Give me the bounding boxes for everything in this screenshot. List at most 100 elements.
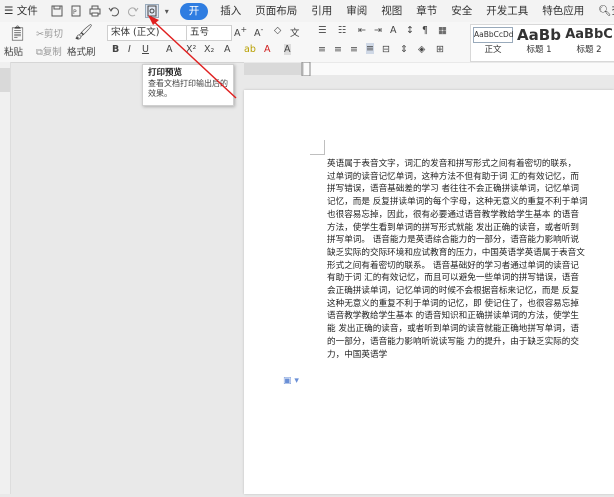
undo-icon[interactable] xyxy=(108,5,120,17)
document-line: 缺乏实际的交际环境和应试教育的压力，中国英语学英语属于表音文 xyxy=(327,247,585,258)
style-heading-2-preview: AaBbC xyxy=(565,27,613,42)
char-shading-icon[interactable]: A xyxy=(284,44,291,55)
text-effect-icon[interactable]: A xyxy=(224,44,231,55)
line-spacing-icon[interactable]: ⇕ xyxy=(400,44,408,55)
align-center-icon[interactable]: ≡ xyxy=(334,44,342,55)
document-body[interactable]: 英语属于表音文字，词汇的发音和拼写形式之间有着密切的联系， 过单词的读音记忆单词，… xyxy=(327,158,614,361)
document-line: 语音教学教给学生基本 的语音知识和正确拼读单词的方法，使学生 xyxy=(327,311,579,322)
search-button[interactable]: 🔍︎查找 xyxy=(591,0,614,22)
style-heading-1-preview: AaBb xyxy=(517,26,561,44)
redo-icon[interactable] xyxy=(127,5,139,17)
font-shrink-icon[interactable]: A- xyxy=(254,25,263,39)
underline-icon[interactable]: U xyxy=(142,44,149,55)
indent-icon[interactable]: ⇥ xyxy=(374,25,382,36)
document-page[interactable]: 英语属于表音文字，词汇的发音和拼写形式之间有着密切的联系， 过单词的读音记忆单词，… xyxy=(244,90,614,494)
chevron-down-icon[interactable]: ▾ xyxy=(165,7,169,16)
distribute-icon[interactable]: ⊟ xyxy=(382,44,390,55)
vertical-ruler xyxy=(0,62,11,494)
tab-security[interactable]: 安全 xyxy=(444,0,479,22)
highlight-icon[interactable]: ab xyxy=(244,44,256,55)
sort-icon[interactable]: ↕ xyxy=(406,25,414,36)
document-line: 拼写错误，语音基础差的学习 者往往不会正确拼读单词，记忆单词 xyxy=(327,184,579,195)
tab-section[interactable]: 章节 xyxy=(409,0,444,22)
document-line: 能 发出正确的读音，或者听到单词的读音就能正确地拼写单词，语 xyxy=(327,324,579,335)
style-heading-2-name: 标题 2 xyxy=(576,45,602,55)
tab-references[interactable]: 引用 xyxy=(304,0,339,22)
tooltip-desc-line1: 查看文档打印输出后的 xyxy=(148,79,228,88)
quick-access-toolbar: P ▾ xyxy=(45,4,175,18)
superscript-icon[interactable]: X² xyxy=(186,44,196,55)
chinese-layout-icon[interactable]: A xyxy=(390,25,397,36)
paragraph-handle-icon[interactable]: ▣ ▾ xyxy=(283,376,299,386)
copy-button[interactable]: ⧉复制 xyxy=(36,44,62,58)
font-size-select[interactable]: 五号 xyxy=(186,25,232,41)
table-icon[interactable]: ▦ xyxy=(438,25,447,36)
menu-bar: ☰ 文件 P ▾ 开始 插入 页面布局 引用 审阅 视图 章节 安全 开发工具 … xyxy=(0,0,614,34)
bold-icon[interactable]: B xyxy=(112,44,119,55)
strikethrough-icon[interactable]: A xyxy=(166,44,173,55)
style-normal[interactable]: AaBbCcDd 正文 xyxy=(473,27,514,55)
tab-start[interactable]: 开始 xyxy=(179,2,209,34)
font-color-icon[interactable]: A xyxy=(264,44,271,55)
tab-developer[interactable]: 开发工具 xyxy=(479,0,535,22)
horizontal-ruler xyxy=(244,61,614,77)
tab-view[interactable]: 视图 xyxy=(374,0,409,22)
italic-icon[interactable]: I xyxy=(128,44,131,55)
search-icon: 🔍︎ xyxy=(598,5,612,17)
document-line: 拼写单词。 语音能力是英语综合能力的一部分，语音能力影响听说 xyxy=(327,235,579,246)
style-heading-1[interactable]: AaBb 标题 1 xyxy=(515,27,563,55)
phonetic-guide-icon[interactable]: 文 xyxy=(290,25,300,39)
tooltip-desc-line2: 效果。 xyxy=(148,89,172,98)
format-painter-button[interactable]: 格式刷 xyxy=(67,44,96,58)
document-line: 力，中国英语学 xyxy=(327,349,388,360)
copy-icon: ⧉ xyxy=(36,47,43,58)
paste-icon[interactable]: 📋︎ xyxy=(8,24,27,42)
show-marks-icon[interactable]: ¶ xyxy=(422,25,428,36)
cut-button[interactable]: ✂剪切 xyxy=(36,26,63,40)
document-line: 英语属于表音文字，词汇的发音和拼写形式之间有着密切的联系， xyxy=(327,159,577,169)
vertical-ruler-ticks xyxy=(0,68,10,92)
tooltip-title: 打印预览 xyxy=(148,68,183,78)
clear-format-icon[interactable]: ◇ xyxy=(274,25,281,36)
document-line: 的一部分，语音能力影响听说读写能 力的提升，由于缺乏实际的交 xyxy=(327,336,579,347)
print-preview-icon[interactable] xyxy=(144,4,159,18)
justify-icon[interactable]: ≡ xyxy=(366,43,374,54)
align-left-icon[interactable]: ≡ xyxy=(318,44,326,55)
print-icon[interactable] xyxy=(89,5,101,17)
style-normal-preview: AaBbCcDd xyxy=(473,27,514,43)
tab-page-layout[interactable]: 页面布局 xyxy=(248,0,304,22)
export-pdf-icon[interactable]: P xyxy=(70,5,82,17)
align-right-icon[interactable]: ≡ xyxy=(350,44,358,55)
document-line: 这种无意义的重复不利于单词的记忆，即 使记住了，也很容易忘掉 xyxy=(327,298,579,309)
document-line: 方法，使学生看到单词的拼写形式就能 发出正确的读音，或者听到 xyxy=(327,222,579,233)
shading-icon[interactable]: ◈ xyxy=(418,44,425,55)
document-line: 形式之间有着密切的联系。 语音基础好的学习者通过单词的读音记 xyxy=(327,260,579,271)
font-grow-icon[interactable]: A+ xyxy=(234,25,247,39)
border-icon[interactable]: ⊞ xyxy=(436,44,444,55)
numbering-icon[interactable]: ☷ xyxy=(338,25,347,36)
document-line: 会正确拼读单词，记忆单词的时候不会根据音标来记忆，而是 反复 xyxy=(327,286,579,297)
svg-text:P: P xyxy=(73,9,77,16)
print-preview-tooltip: 打印预览 查看文档打印输出后的 效果。 xyxy=(142,64,234,106)
ribbon-toolbar: 📋︎ 粘贴 ✂剪切 ⧉复制 🖌︎ 格式刷 宋体 (正文) 五号 A+ A- ◇ … xyxy=(0,22,614,63)
style-normal-name: 正文 xyxy=(484,45,502,55)
document-line: 过单词的读音记忆单词，这种方法不但有助于词 汇的有效记忆，而 xyxy=(327,171,579,182)
cut-label: 剪切 xyxy=(43,29,63,40)
tab-special[interactable]: 特色应用 xyxy=(535,0,591,22)
subscript-icon[interactable]: X₂ xyxy=(204,44,214,55)
copy-label: 复制 xyxy=(42,47,62,58)
font-name-select[interactable]: 宋体 (正文) xyxy=(107,25,187,41)
crop-mark-top-left xyxy=(310,140,325,155)
paste-button[interactable]: 粘贴 xyxy=(4,44,23,58)
save-icon[interactable] xyxy=(51,5,63,17)
style-heading-1-name: 标题 1 xyxy=(526,45,552,55)
tab-review[interactable]: 审阅 xyxy=(339,0,374,22)
outdent-icon[interactable]: ⇤ xyxy=(358,25,366,36)
style-heading-2[interactable]: AaBbC 标题 2 xyxy=(563,27,614,55)
bullets-icon[interactable]: ☰ xyxy=(318,25,327,36)
scissors-icon: ✂ xyxy=(36,29,44,40)
tab-insert[interactable]: 插入 xyxy=(213,0,248,22)
file-menu[interactable]: ☰ 文件 xyxy=(0,0,45,22)
format-painter-icon[interactable]: 🖌︎ xyxy=(74,23,93,41)
document-line: 记忆，而是 反复拼读单词的每个字母，这种无意义的重复不利于单词 xyxy=(327,197,588,208)
